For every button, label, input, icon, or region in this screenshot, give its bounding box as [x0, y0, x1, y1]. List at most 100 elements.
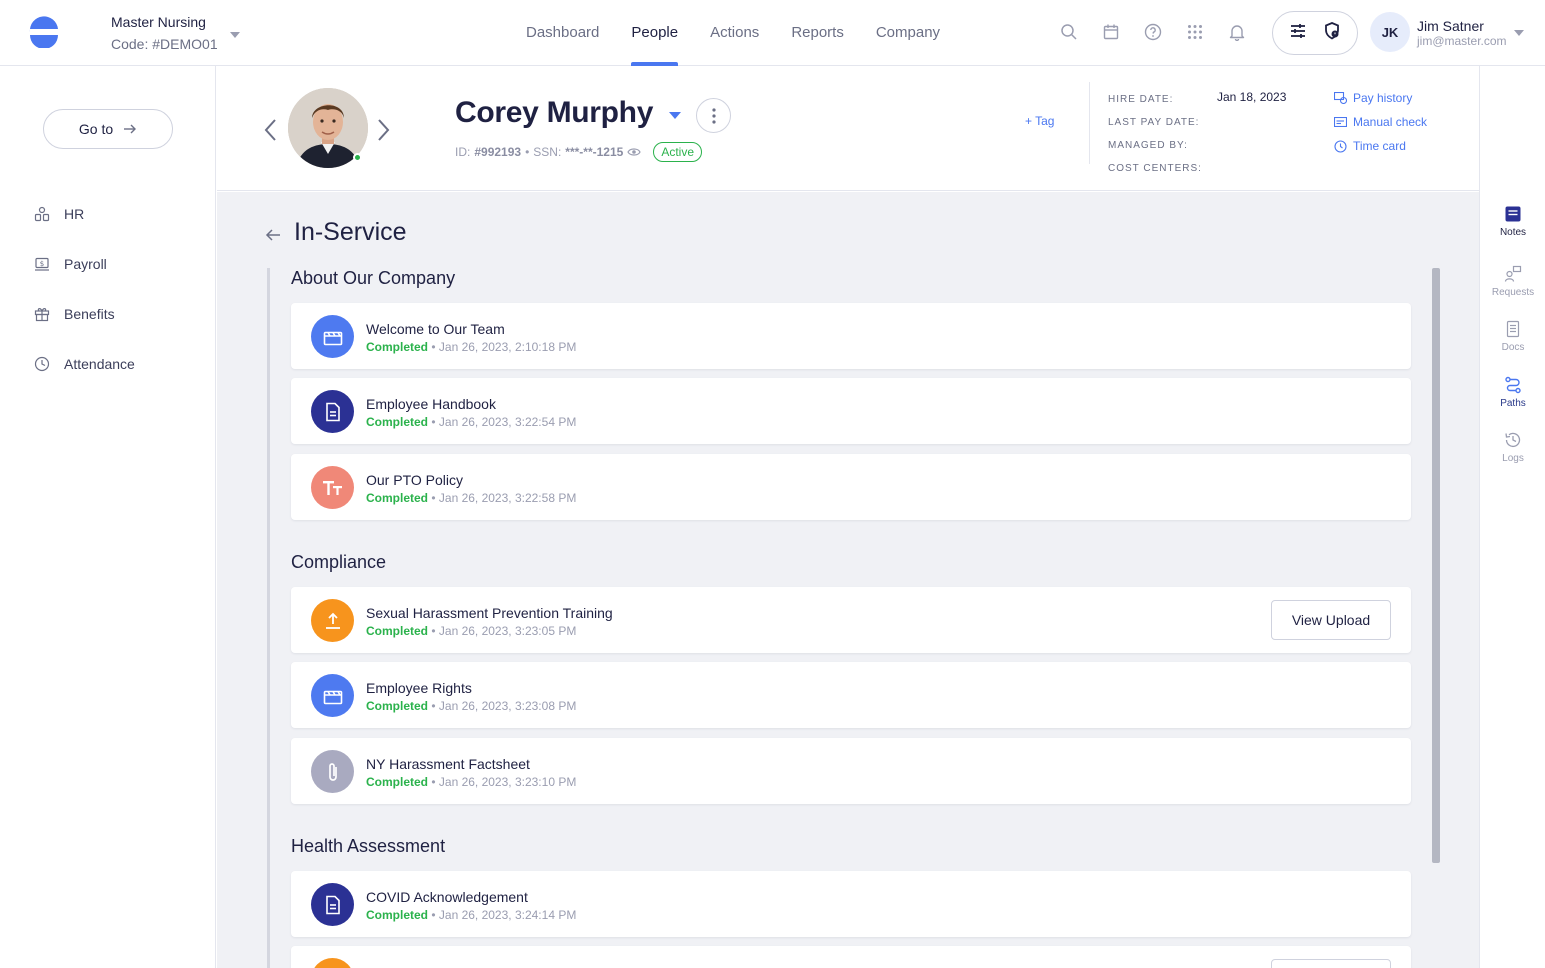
- chevron-left-icon[interactable]: [263, 118, 277, 142]
- requests-icon: [1504, 265, 1522, 282]
- sidebar-item-label: Attendance: [64, 356, 135, 372]
- svg-text:$: $: [40, 260, 44, 268]
- view-upload-button[interactable]: View Upload: [1271, 600, 1391, 640]
- list-item[interactable]: Our PTO Policy Completed • Jan 26, 2023,…: [291, 454, 1411, 520]
- people-icon: [34, 206, 50, 222]
- list-item[interactable]: NY Harassment Factsheet Completed • Jan …: [291, 738, 1411, 804]
- nav-actions[interactable]: Actions: [694, 0, 775, 66]
- upload-icon: [311, 599, 354, 642]
- rail-item-requests[interactable]: Requests: [1480, 265, 1545, 298]
- chevron-down-icon[interactable]: [230, 32, 240, 38]
- add-tag-link[interactable]: + Tag: [1025, 114, 1054, 128]
- manual-check-label: Manual check: [1353, 115, 1428, 129]
- app-logo[interactable]: [28, 16, 60, 48]
- item-status-line: Completed • Jan 26, 2023, 3:22:58 PM: [366, 491, 577, 505]
- arrow-left-icon[interactable]: [265, 228, 281, 242]
- list-item[interactable]: Employee Handbook Completed • Jan 26, 20…: [291, 378, 1411, 444]
- completed-status: Completed: [366, 624, 429, 638]
- completed-status: Completed: [366, 415, 429, 429]
- sidebar-item-label: Benefits: [64, 306, 115, 322]
- document-icon: [311, 390, 354, 433]
- item-title: Our PTO Policy: [366, 472, 463, 488]
- notes-icon: [1505, 206, 1521, 222]
- rail-item-paths[interactable]: Paths: [1480, 376, 1545, 409]
- nav-reports[interactable]: Reports: [775, 0, 860, 66]
- sidebar-item-benefits[interactable]: Benefits: [34, 306, 115, 322]
- rail-label: Logs: [1502, 453, 1524, 464]
- divider: [1089, 82, 1090, 164]
- pay-history-label: Pay history: [1353, 91, 1413, 105]
- eye-icon[interactable]: [627, 147, 641, 157]
- chevron-down-icon[interactable]: [1514, 30, 1524, 36]
- ssn-label: SSN:: [533, 145, 562, 159]
- user-name: Jim Satner: [1417, 18, 1484, 34]
- company-switcher[interactable]: Master Nursing Code: #DEMO01: [111, 14, 218, 52]
- rail-item-notes[interactable]: Notes: [1480, 205, 1545, 238]
- item-status-line: Completed • Jan 26, 2023, 3:22:54 PM: [366, 415, 577, 429]
- payroll-icon: $: [35, 257, 49, 271]
- employee-ssn: ***-**-1215: [565, 145, 624, 159]
- list-item[interactable]: Welcome to Our Team Completed • Jan 26, …: [291, 303, 1411, 369]
- shield-clock-icon[interactable]: [1322, 21, 1342, 46]
- rail-item-docs[interactable]: Docs: [1480, 320, 1545, 353]
- sidebar-item-attendance[interactable]: Attendance: [34, 356, 135, 372]
- list-item[interactable]: Employee Rights Completed • Jan 26, 2023…: [291, 662, 1411, 728]
- list-item[interactable]: Sexual Harassment Prevention Training Co…: [291, 587, 1411, 653]
- rail-label: Paths: [1500, 398, 1526, 409]
- item-status-line: Completed • Jan 26, 2023, 3:24:14 PM: [366, 908, 577, 922]
- completed-date: Jan 26, 2023, 3:24:14 PM: [438, 908, 577, 922]
- completed-date: Jan 26, 2023, 3:23:05 PM: [438, 624, 577, 638]
- section-title: About Our Company: [291, 268, 456, 288]
- scrollbar[interactable]: [1432, 268, 1440, 863]
- nav-company[interactable]: Company: [860, 0, 956, 66]
- sidebar-item-label: HR: [64, 206, 85, 222]
- completed-status: Completed: [366, 340, 429, 354]
- top-icon-bar: [1058, 21, 1248, 43]
- sidebar-item-payroll[interactable]: $ Payroll: [34, 256, 107, 272]
- video-icon: [311, 674, 354, 717]
- apps-grid-icon[interactable]: [1184, 21, 1206, 43]
- section-title: Health Assessment: [291, 836, 446, 856]
- list-item[interactable]: COVID Acknowledgement Completed • Jan 26…: [291, 871, 1411, 937]
- upload-icon: [311, 958, 354, 968]
- chevron-down-icon[interactable]: [669, 112, 681, 119]
- calendar-icon[interactable]: [1100, 21, 1122, 43]
- check-icon: [1334, 117, 1347, 127]
- more-options-button[interactable]: [696, 98, 731, 133]
- document-icon: [311, 883, 354, 926]
- time-card-link[interactable]: Time card: [1334, 134, 1427, 158]
- completed-status: Completed: [366, 775, 429, 789]
- chevron-right-icon[interactable]: [377, 118, 391, 142]
- help-icon[interactable]: [1142, 21, 1164, 43]
- rail-label: Docs: [1501, 342, 1525, 353]
- item-status-line: Completed • Jan 26, 2023, 3:23:08 PM: [366, 699, 577, 713]
- goto-label: Go to: [78, 121, 114, 137]
- arrow-right-icon: [124, 124, 137, 134]
- nav-dashboard[interactable]: Dashboard: [510, 0, 615, 66]
- bell-icon[interactable]: [1226, 21, 1248, 43]
- sliders-icon[interactable]: [1288, 21, 1308, 46]
- paperclip-icon: [311, 750, 354, 793]
- action-button[interactable]: [1271, 959, 1391, 968]
- top-bar: Master Nursing Code: #DEMO01 Dashboard P…: [0, 0, 1545, 66]
- sidebar-item-label: Payroll: [64, 256, 107, 272]
- pay-history-link[interactable]: Pay history: [1334, 86, 1427, 110]
- completed-date: Jan 26, 2023, 3:23:10 PM: [438, 775, 577, 789]
- user-email: jim@master.com: [1417, 34, 1507, 48]
- main-nav: Dashboard People Actions Reports Company: [510, 0, 956, 66]
- managed-by-label: MANAGED BY:: [1108, 140, 1188, 151]
- item-title: Employee Handbook: [366, 396, 496, 412]
- company-code: Code: #DEMO01: [111, 36, 218, 52]
- item-title: Employee Rights: [366, 680, 472, 696]
- rail-item-logs[interactable]: Logs: [1480, 431, 1545, 464]
- employee-quick-links: Pay history Manual check Time card: [1334, 86, 1427, 158]
- nav-people[interactable]: People: [615, 0, 694, 66]
- paths-icon: [1505, 376, 1521, 394]
- list-item[interactable]: [291, 946, 1411, 968]
- search-icon[interactable]: [1058, 21, 1080, 43]
- hire-date-label: HIRE DATE:: [1108, 94, 1174, 105]
- goto-button[interactable]: Go to: [43, 109, 173, 149]
- sidebar-item-hr[interactable]: HR: [34, 206, 84, 222]
- online-status-dot: [353, 153, 362, 162]
- manual-check-link[interactable]: Manual check: [1334, 110, 1427, 134]
